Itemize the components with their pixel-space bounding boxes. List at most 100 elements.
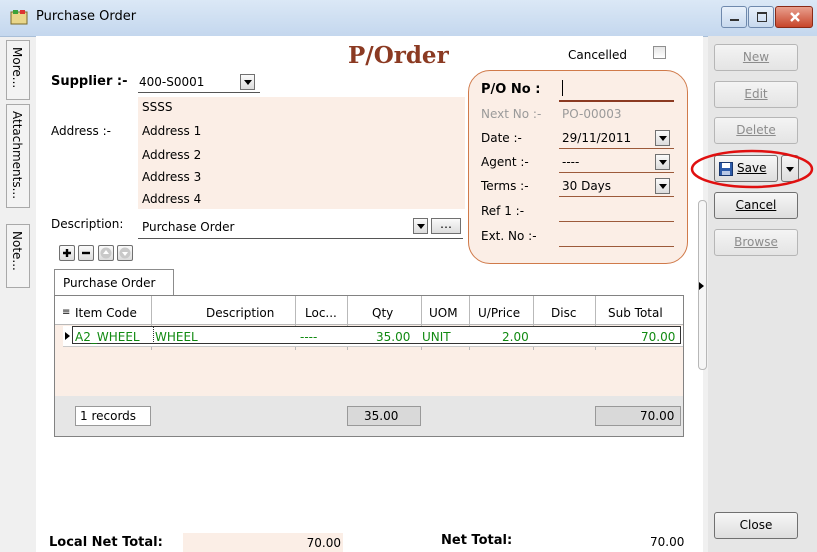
footer-records: 1 records xyxy=(80,409,137,423)
terms-underline xyxy=(559,196,674,197)
row-indicator-icon xyxy=(65,332,70,340)
terms-field[interactable]: 30 Days xyxy=(562,179,611,193)
move-up-button[interactable] xyxy=(98,245,114,261)
agent-underline xyxy=(559,172,674,173)
cell-item-code[interactable]: A2_WHEEL xyxy=(75,330,140,344)
cancel-button-label: Cancel xyxy=(735,198,777,212)
grid-menu-icon[interactable]: ≡ xyxy=(62,307,70,318)
side-tab-note[interactable]: Note... xyxy=(6,224,30,288)
description-dropdown-button[interactable] xyxy=(413,218,428,234)
cancel-button[interactable]: Cancel xyxy=(714,192,798,219)
move-down-button[interactable] xyxy=(117,245,133,261)
address-line-1: Address 1 xyxy=(142,124,202,138)
description-more-button[interactable]: … xyxy=(431,218,461,234)
local-net-total-value: 70.00 xyxy=(306,536,341,550)
description-underline xyxy=(138,238,463,239)
col-item-code[interactable]: Item Code xyxy=(75,306,137,320)
cell-qty[interactable]: 35.00 xyxy=(376,330,410,344)
arrow-down-icon xyxy=(119,247,131,259)
next-no-value: PO-00003 xyxy=(562,107,622,121)
cell-sub-total[interactable]: 70.00 xyxy=(641,330,675,344)
cell-uom[interactable]: UNIT xyxy=(422,330,451,344)
agent-dropdown-button[interactable] xyxy=(655,154,670,170)
date-field[interactable]: 29/11/2011 xyxy=(562,131,631,145)
cell-description[interactable]: WHEEL xyxy=(155,330,198,344)
items-grid: ≡ Item Code Description Loc... Qty UOM U… xyxy=(54,295,684,437)
remove-row-button[interactable] xyxy=(78,245,94,261)
minimize-button[interactable] xyxy=(721,6,747,28)
terms-dropdown-button[interactable] xyxy=(655,178,670,194)
side-tab-more[interactable]: More... xyxy=(6,40,30,100)
po-no-label: P/O No : xyxy=(481,82,541,97)
title-bar: Purchase Order xyxy=(0,0,817,37)
address-line-4: Address 4 xyxy=(142,192,202,206)
footer-qty-total: 35.00 xyxy=(364,409,399,423)
add-row-button[interactable] xyxy=(59,245,75,261)
net-total-label: Net Total: xyxy=(441,533,513,548)
new-button-label: New xyxy=(742,50,770,64)
supplier-code-field[interactable]: 400-S0001 xyxy=(139,75,204,89)
browse-button[interactable]: Browse xyxy=(714,229,798,256)
maximize-icon xyxy=(757,12,767,22)
col-qty[interactable]: Qty xyxy=(372,306,393,320)
col-location[interactable]: Loc... xyxy=(305,306,337,320)
address-label: Address :- xyxy=(51,124,111,138)
ref1-field[interactable] xyxy=(562,204,672,218)
new-button[interactable]: New xyxy=(714,44,798,71)
supplier-label: Supplier :- xyxy=(51,74,128,89)
ext-no-underline xyxy=(559,246,674,247)
col-unit-price[interactable]: U/Price xyxy=(478,306,520,320)
close-button-label: Close xyxy=(739,518,773,532)
grid-header xyxy=(55,296,683,325)
address-line-3: Address 3 xyxy=(142,170,202,184)
ellipsis-icon: … xyxy=(440,217,452,231)
cancelled-checkbox[interactable] xyxy=(653,46,666,59)
date-underline xyxy=(559,148,674,149)
maximize-button[interactable] xyxy=(748,6,774,28)
save-highlight-circle xyxy=(690,149,814,189)
ext-no-label: Ext. No :- xyxy=(481,229,537,243)
date-dropdown-button[interactable] xyxy=(655,130,670,146)
cell-location[interactable]: ---- xyxy=(300,330,317,344)
delete-button-label: Delete xyxy=(736,123,776,137)
close-icon xyxy=(790,12,800,22)
agent-label: Agent :- xyxy=(481,155,529,169)
col-uom[interactable]: UOM xyxy=(429,306,458,320)
tab-purchase-order[interactable]: Purchase Order xyxy=(54,269,174,296)
agent-field[interactable]: ---- xyxy=(562,155,579,169)
local-net-total-label: Local Net Total: xyxy=(49,535,163,550)
po-no-field[interactable] xyxy=(562,82,672,98)
side-tab-note-label: Note... xyxy=(10,231,24,271)
col-sub-total[interactable]: Sub Total xyxy=(608,306,663,320)
net-total-value: 70.00 xyxy=(650,535,685,549)
footer-records-box: 1 records xyxy=(75,406,151,426)
supplier-dropdown-button[interactable] xyxy=(240,74,255,90)
form-title: P/Order xyxy=(348,42,449,69)
minus-icon xyxy=(82,251,90,255)
date-label: Date :- xyxy=(481,131,522,145)
cancelled-label: Cancelled xyxy=(568,48,627,62)
side-tab-attachments[interactable]: Attachments... xyxy=(6,104,30,208)
action-panel xyxy=(708,36,817,552)
edit-button[interactable]: Edit xyxy=(714,81,798,108)
supplier-name: SSSS xyxy=(142,100,173,114)
footer-sub-total: 70.00 xyxy=(640,409,675,423)
app-icon xyxy=(10,10,28,25)
col-description[interactable]: Description xyxy=(206,306,274,320)
close-button[interactable]: Close xyxy=(714,512,798,539)
cell-unit-price[interactable]: 2.00 xyxy=(502,330,529,344)
browse-button-label: Browse xyxy=(734,235,778,249)
edit-button-label: Edit xyxy=(744,87,768,101)
col-disc[interactable]: Disc xyxy=(551,306,576,320)
address-line-2: Address 2 xyxy=(142,148,202,162)
tab-purchase-order-label: Purchase Order xyxy=(63,276,156,290)
expand-arrow-icon[interactable] xyxy=(699,282,704,290)
delete-button[interactable]: Delete xyxy=(714,117,798,144)
ext-no-field[interactable] xyxy=(562,229,672,243)
close-window-button[interactable] xyxy=(775,6,813,28)
purchase-order-window: Purchase Order More... Attachments... No… xyxy=(0,0,817,552)
description-field[interactable]: Purchase Order xyxy=(142,220,234,234)
window-title: Purchase Order xyxy=(36,9,137,24)
minimize-icon xyxy=(730,19,739,21)
local-net-total-box: 70.00 xyxy=(183,533,343,552)
